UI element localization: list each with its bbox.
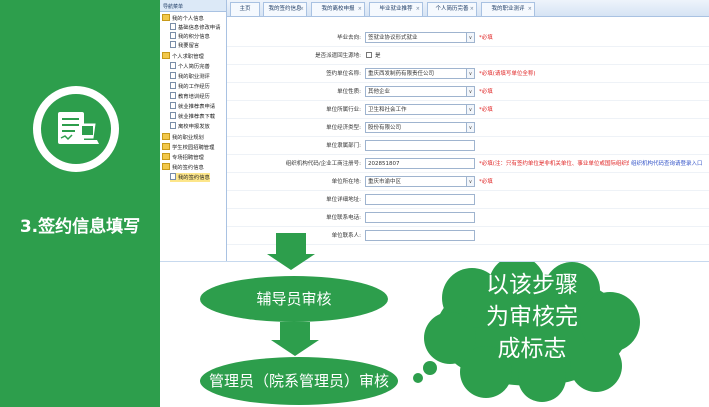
tab-recommend[interactable]: 毕业就业推荐 × <box>369 2 423 16</box>
form-row-location: 单位所在地: 重庆市渝中区 ∨ *必填 <box>227 173 709 191</box>
chevron-down-icon: ∨ <box>466 69 474 78</box>
org-code-lookup-link[interactable]: 组织机构代码查询请登录入口 <box>631 159 707 167</box>
form-row-employer: 签约单位名称: 重庆西发制药有限责任公司 ∨ *必填(请填写单位全称) <box>227 65 709 83</box>
nav-tree: 我的个人信息 基础信息修改申请 我的积分信息 我要留言 个人求职管理 个人简历完… <box>160 12 227 261</box>
nav-item-basic-info-change[interactable]: 基础信息修改申请 <box>170 23 220 32</box>
form-row-phone: 单位联系电话: <box>227 209 709 227</box>
address-input[interactable] <box>365 194 475 205</box>
flow-arrow-1 <box>276 233 306 255</box>
nav-item-career-test[interactable]: 我的职业测评 <box>170 72 210 81</box>
employer-nature-select[interactable]: 其他企业 ∨ <box>365 86 475 97</box>
phone-input[interactable] <box>365 212 475 223</box>
nav-item-work-history[interactable]: 我的工作经历 <box>170 82 210 91</box>
nav-item-special-recruit[interactable]: 专场招聘管理 <box>162 153 204 162</box>
tab-leave-report[interactable]: 我的离校申报 × <box>311 2 365 16</box>
form-row-org-code: 组织机构代码/企业工商注册号: 202851807 *必填(注：只有签约单位是非… <box>227 155 709 173</box>
nav-item-my-points[interactable]: 我的积分信息 <box>170 32 210 41</box>
close-icon[interactable]: × <box>358 3 362 16</box>
app-window: 导航菜单 我的个人信息 基础信息修改申请 我的积分信息 我要留言 个人求职管理 … <box>160 0 709 262</box>
economy-type-select[interactable]: 股份有限公司 ∨ <box>365 122 475 133</box>
tab-bar: 主页 我的签约信息 × 我的离校申报 × 毕业就业推荐 × 个人简历完善 × 我的职业测… <box>227 0 709 17</box>
employer-select[interactable]: 重庆西发制药有限责任公司 ∨ <box>365 68 475 79</box>
cloud-text-line-2: 为审核完 <box>486 304 578 330</box>
nav-item-resume[interactable]: 个人简历完善 <box>170 62 210 71</box>
nav-item-leave-message[interactable]: 我要留言 <box>170 41 199 50</box>
org-code-input[interactable]: 202851807 <box>365 158 475 169</box>
nav-item-campus-recruit[interactable]: 学生校园招聘管理 <box>162 143 214 152</box>
cloud-text-line-3: 成标志 <box>497 336 567 362</box>
department-input[interactable] <box>365 140 475 151</box>
nav-item-recommend-download[interactable]: 就业推荐表下载 <box>170 112 215 121</box>
location-select[interactable]: 重庆市渝中区 ∨ <box>365 176 475 187</box>
tab-resume[interactable]: 个人简历完善 × <box>427 2 477 16</box>
chevron-down-icon: ∨ <box>466 105 474 114</box>
tab-my-contract[interactable]: 我的签约信息 × <box>263 2 307 16</box>
flow-arrow-2 <box>280 322 310 342</box>
close-icon[interactable]: × <box>528 3 532 16</box>
close-icon[interactable]: × <box>300 3 304 16</box>
chevron-down-icon: ∨ <box>466 33 474 42</box>
destination-select[interactable]: 签就业协议形式就业 ∨ <box>365 32 475 43</box>
nav-item-my-info[interactable]: 我的个人信息 <box>162 14 204 23</box>
cloud-text-line-1: 以该步骤 <box>486 272 578 298</box>
nav-item-education[interactable]: 教育培训经历 <box>170 92 210 101</box>
tab-home[interactable]: 主页 <box>230 2 260 16</box>
dispatch-checkbox[interactable] <box>366 52 372 58</box>
flow-step-counselor-review: 辅导员审核 <box>200 276 388 322</box>
step-title: 3.签约信息填写 <box>19 217 141 237</box>
nav-item-career-plan[interactable]: 我的职业规划 <box>162 133 204 142</box>
industry-select[interactable]: 卫生和社会工作 ∨ <box>365 104 475 115</box>
nav-item-contract-folder[interactable]: 我的签约信息 <box>162 163 204 172</box>
chevron-down-icon: ∨ <box>466 123 474 132</box>
chevron-down-icon: ∨ <box>466 177 474 186</box>
flow-step-admin-review: 管理员（院系管理员）审核 <box>200 357 398 405</box>
close-icon[interactable]: × <box>470 3 474 16</box>
form-row-economy-type: 单位经济类型: 股份有限公司 ∨ <box>227 119 709 137</box>
flow-arrow-1-head <box>267 254 315 270</box>
slide-side-panel: 3.签约信息填写 <box>0 0 160 407</box>
nav-item-job-search[interactable]: 个人求职管理 <box>162 52 204 61</box>
form-row-address: 单位详细地址: <box>227 191 709 209</box>
contract-form: 毕业去向: 签就业协议形式就业 ∨ *必填 是否派遣回生源地: 是 签约单位名称:… <box>227 17 709 261</box>
form-row-department: 单位隶属部门: <box>227 137 709 155</box>
nav-panel-header: 导航菜单 <box>160 0 227 12</box>
tab-career-test[interactable]: 我的职业测评 × <box>481 2 535 16</box>
form-row-destination: 毕业去向: 签就业协议形式就业 ∨ *必填 <box>227 29 709 47</box>
form-row-dispatch: 是否派遣回生源地: 是 <box>227 47 709 65</box>
contract-signing-icon <box>33 86 119 172</box>
nav-item-leave-school[interactable]: 离校申报发放 <box>170 122 210 131</box>
form-row-nature: 单位性质: 其他企业 ∨ *必填 <box>227 83 709 101</box>
contact-input[interactable] <box>365 230 475 241</box>
chevron-down-icon: ∨ <box>466 87 474 96</box>
form-row-industry: 单位所属行业: 卫生和社会工作 ∨ *必填 <box>227 101 709 119</box>
close-icon[interactable]: × <box>416 3 420 16</box>
nav-item-recommend-apply[interactable]: 就业推荐表申请 <box>170 102 215 111</box>
flow-arrow-2-head <box>271 340 319 356</box>
nav-item-contract-info[interactable]: 我的签约信息 <box>170 173 210 182</box>
